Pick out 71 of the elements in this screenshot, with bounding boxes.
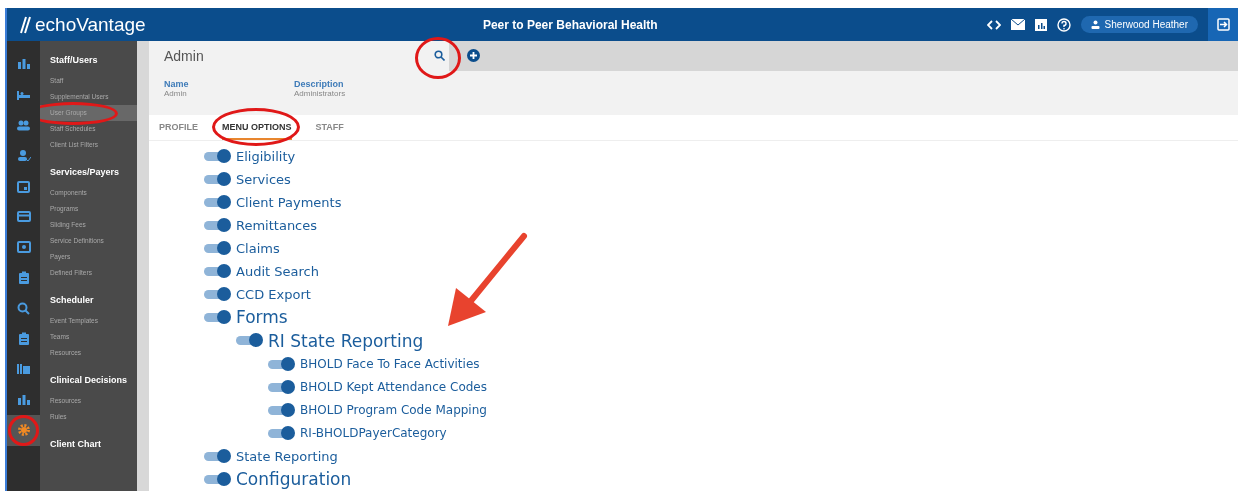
tab[interactable]: PROFILE	[159, 115, 198, 140]
user-icon	[1090, 20, 1100, 29]
chart-icon	[16, 393, 31, 406]
chart-icon	[16, 58, 31, 71]
logo-mark-icon	[19, 14, 33, 35]
toggle-switch[interactable]	[204, 220, 230, 230]
toggle-switch[interactable]	[204, 474, 230, 484]
user-check-icon	[16, 149, 31, 163]
field-label: Name	[164, 78, 190, 89]
clipboard-icon	[17, 331, 30, 346]
sidebar-heading: Staff/Users	[49, 54, 99, 67]
search-icon[interactable]	[434, 50, 445, 62]
gear-icon	[16, 423, 31, 438]
user-button[interactable]: Sherwood Heather	[1080, 16, 1198, 33]
menu-option-label: BHOLD Program Code Mapping	[300, 403, 487, 417]
toggle-switch[interactable]	[204, 312, 230, 322]
toggle-switch[interactable]	[268, 382, 294, 392]
money-icon	[16, 241, 31, 254]
board-icon	[16, 363, 31, 376]
menu-option-label: BHOLD Kept Attendance Codes	[300, 380, 487, 394]
field-value: Admin	[164, 88, 188, 98]
card-icon	[16, 211, 31, 223]
toggle-switch[interactable]	[204, 289, 230, 299]
app-title: Peer to Peer Behavioral Health	[481, 17, 659, 32]
code-icon[interactable]	[986, 19, 1001, 30]
sidebar-heading: Client Chart	[49, 438, 102, 451]
toggle-switch[interactable]	[204, 151, 230, 161]
menu-option-label: BHOLD Face To Face Activities	[300, 357, 480, 371]
toggle-switch[interactable]	[204, 243, 230, 253]
logout-button[interactable]	[1208, 8, 1238, 41]
mail-icon[interactable]	[1010, 19, 1025, 30]
menu-option-label: State Reporting	[236, 448, 338, 464]
logout-icon	[1216, 18, 1230, 31]
toggle-switch[interactable]	[204, 451, 230, 461]
toggle-switch[interactable]	[204, 266, 230, 276]
field-label: Description	[294, 78, 344, 89]
menu-option-label: Eligibility	[236, 148, 296, 164]
menu-option-label: Client Payments	[236, 194, 342, 210]
toggle-switch[interactable]	[204, 197, 230, 207]
logo-text: echoVantage	[35, 13, 146, 36]
menu-option-label: Remittances	[236, 217, 318, 233]
search-icon	[17, 301, 30, 315]
add-icon[interactable]	[467, 49, 480, 63]
chart-icon[interactable]	[1034, 18, 1047, 31]
tab[interactable]: STAFF	[315, 115, 344, 140]
menu-option-label: Claims	[236, 240, 280, 256]
toggle-switch[interactable]	[268, 428, 294, 438]
scrollbar[interactable]	[137, 41, 149, 491]
calendar-icon	[17, 179, 30, 193]
sidebar-heading: Scheduler	[49, 294, 95, 307]
menu-option-label: Forms	[236, 307, 288, 328]
field-value: Administrators	[294, 88, 346, 98]
sidebar-heading: Services/Payers	[49, 166, 121, 179]
help-icon[interactable]	[1056, 17, 1071, 32]
annotation-circle	[415, 37, 461, 79]
bed-icon	[16, 88, 31, 101]
record-title: Admin	[163, 47, 205, 64]
tab[interactable]: MENU OPTIONS	[222, 115, 292, 140]
clipboard-icon	[17, 270, 30, 285]
toggle-switch[interactable]	[236, 336, 262, 346]
menu-option-label: Audit Search	[236, 263, 319, 279]
menu-option-label: Services	[236, 171, 291, 187]
menu-option-label: CCD Export	[236, 286, 311, 302]
menu-option-label: RI State Reporting	[268, 330, 424, 351]
menu-option-label: RI-BHOLDPayerCategory	[300, 426, 447, 440]
toggle-switch[interactable]	[268, 405, 294, 415]
menu-option-label: Configuration	[236, 469, 352, 490]
sidebar-heading: Clinical Decisions	[49, 374, 129, 387]
toggle-switch[interactable]	[204, 174, 230, 184]
users-icon	[16, 119, 31, 132]
toggle-switch[interactable]	[268, 359, 294, 369]
